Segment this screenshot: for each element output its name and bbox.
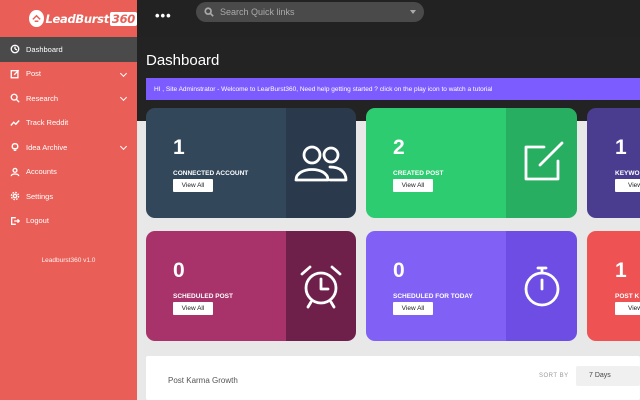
view-all-button[interactable]: View All [393,302,433,315]
sidebar-item-label: Logout [26,216,49,226]
welcome-banner: HI , Site Adminstrator - Welcome to Lear… [146,78,640,100]
more-dots-icon[interactable]: ••• [155,9,172,22]
sidebar-item-accounts[interactable]: Accounts [0,160,137,185]
chevron-down-icon [119,93,128,102]
logout-icon [9,215,20,226]
card-label: KEYWO [615,170,640,177]
sidebar-item-label: Dashboard [26,44,63,54]
search-icon [204,7,214,17]
card-value: 0 [393,259,405,282]
card-body: 1 CONNECTED ACCOUNT View All [146,108,286,218]
sidebar-item-logout[interactable]: Logout [0,209,137,234]
sort-select[interactable]: 7 Days [576,366,640,386]
card-value: 2 [393,136,405,159]
search-icon [9,93,20,104]
view-all-button[interactable]: View All [173,179,213,192]
chevron-down-icon [119,142,128,151]
alarm-clock-icon [286,231,356,341]
card-scheduled-today: 0 SCHEDULED FOR TODAY View All [366,231,577,341]
page-title: Dashboard [146,52,220,69]
top-bar: ••• [137,0,640,37]
card-keywords: 1 KEYWO View [587,108,640,218]
card-connected-account: 1 CONNECTED ACCOUNT View All [146,108,356,218]
gear-icon [9,191,20,202]
sidebar-nav: Dashboard Post Research Track Reddit Ide… [0,37,137,233]
sidebar: LeadBurst 360 Dashboard Post Research Tra… [0,0,137,400]
sidebar-item-label: Accounts [26,167,57,177]
card-label: POST K [615,293,640,300]
card-value: 0 [173,259,185,282]
dashboard-icon [9,44,20,55]
logo-icon [29,10,44,27]
card-value: 1 [173,136,185,159]
card-body: 1 POST K View [587,231,640,341]
sidebar-item-label: Post [26,69,42,79]
card-body: 0 SCHEDULED POST View All [146,231,286,341]
card-label: CREATED POST [393,170,444,177]
sidebar-item-label: Settings [26,191,54,201]
search-input[interactable] [220,7,400,17]
sidebar-item-settings[interactable]: Settings [0,184,137,209]
sidebar-item-idea-archive[interactable]: Idea Archive [0,135,137,160]
sidebar-item-post[interactable]: Post [0,62,137,87]
view-all-button[interactable]: View [615,179,640,192]
card-label: SCHEDULED POST [173,293,233,300]
brand-logo[interactable]: LeadBurst 360 [0,0,137,37]
card-label: CONNECTED ACCOUNT [173,170,249,177]
card-post-karma: 1 POST K View [587,231,640,341]
card-body: 2 CREATED POST View All [366,108,506,218]
search-box[interactable] [196,2,424,22]
view-all-button[interactable]: View All [393,179,433,192]
card-label: SCHEDULED FOR TODAY [393,293,473,300]
view-all-button[interactable]: View All [173,302,213,315]
brand-name: LeadBurst 360 [45,11,137,26]
card-scheduled-post: 0 SCHEDULED POST View All [146,231,356,341]
view-all-button[interactable]: View [615,302,640,315]
panel-title: Post Karma Growth [168,376,238,385]
stopwatch-icon [506,231,577,341]
card-body: 0 SCHEDULED FOR TODAY View All [366,231,506,341]
sidebar-item-label: Track Reddit [26,118,69,128]
chevron-down-icon [119,69,128,77]
sidebar-item-research[interactable]: Research [0,86,137,111]
dropdown-caret-icon[interactable] [410,10,416,14]
karma-growth-panel: Post Karma Growth SORT BY 7 Days [146,356,640,400]
sidebar-item-dashboard[interactable]: Dashboard [0,37,137,62]
sidebar-item-label: Idea Archive [26,142,68,152]
edit-icon [506,108,577,218]
card-value: 1 [615,259,627,282]
card-value: 1 [615,136,627,159]
card-created-post: 2 CREATED POST View All [366,108,577,218]
user-icon [9,166,20,177]
trend-icon [9,117,20,128]
card-body: 1 KEYWO View [587,108,640,218]
sort-by-label: SORT BY [539,373,569,379]
version-label: Leadburst360 v1.0 [41,257,96,264]
post-icon [9,68,20,79]
users-icon [286,108,356,218]
sidebar-item-track-reddit[interactable]: Track Reddit [0,111,137,136]
sidebar-item-label: Research [26,93,59,103]
lightbulb-icon [9,142,20,153]
